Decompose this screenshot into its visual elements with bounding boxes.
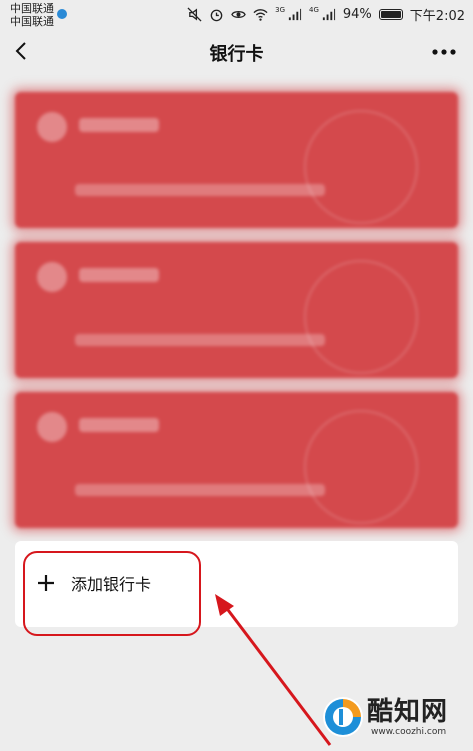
bank-name-blurred (79, 118, 159, 132)
signal-3g-label: 3G (275, 6, 285, 14)
clock: 下午2:02 (409, 8, 465, 24)
signal-icon (288, 8, 302, 20)
carrier-label-2: 中国联通 (10, 15, 54, 28)
carrier-label-1: 中国联通 (10, 2, 54, 15)
more-dots-icon[interactable] (429, 40, 459, 64)
bank-card[interactable] (15, 92, 458, 228)
status-icons: 3G 4G 94% 下午2:02 (187, 6, 465, 24)
bank-logo-icon (37, 262, 67, 292)
page-title: 银行卡 (209, 44, 264, 65)
card-number-blurred (75, 484, 325, 496)
coozhi-logo-icon (323, 697, 363, 737)
signal-icon-2 (322, 8, 335, 20)
signal-4g-label: 4G (309, 6, 319, 14)
carrier-badge-icon (57, 9, 67, 19)
bank-logo-icon (37, 112, 67, 142)
battery-percent: 94% (342, 6, 372, 22)
add-card-panel: 添加银行卡 (15, 541, 458, 627)
card-number-blurred (75, 334, 325, 346)
card-watermark-ring (304, 410, 418, 524)
card-watermark-ring (304, 110, 418, 224)
nav-bar: 银行卡 (0, 30, 473, 74)
plus-icon (38, 575, 54, 591)
bank-card[interactable] (15, 242, 458, 378)
status-bar: 中国联通 中国联通 3G 4G 94% 下午2:02 (0, 0, 473, 30)
bank-logo-icon (37, 412, 67, 442)
bank-card[interactable] (15, 392, 458, 528)
watermark: 酷知网 www.coozhi.com (313, 685, 473, 751)
watermark-url: www.coozhi.com (371, 727, 447, 737)
battery-icon (378, 8, 403, 20)
card-watermark-ring (304, 260, 418, 374)
add-bank-card-button[interactable]: 添加银行卡 (37, 569, 151, 597)
bank-name-blurred (79, 418, 159, 432)
card-number-blurred (75, 184, 325, 196)
mute-icon (187, 6, 202, 22)
add-bank-card-label: 添加银行卡 (71, 575, 152, 594)
wifi-icon (253, 8, 268, 21)
bank-name-blurred (79, 268, 159, 282)
eye-icon (231, 10, 246, 18)
watermark-brand: 酷知网 (367, 697, 449, 727)
alarm-icon (210, 9, 223, 21)
